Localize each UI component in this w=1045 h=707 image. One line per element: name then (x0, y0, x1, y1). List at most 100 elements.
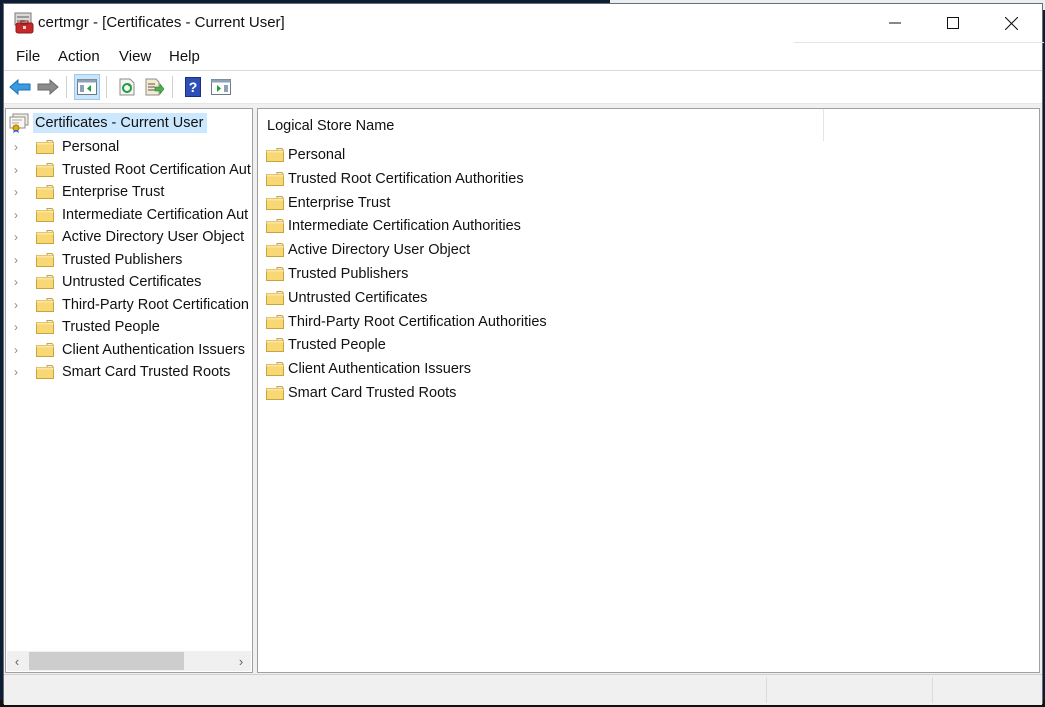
column-header-logical-store-name[interactable]: Logical Store Name (258, 109, 824, 141)
tree-item[interactable]: › Trusted People (6, 316, 160, 338)
folder-icon (36, 365, 54, 379)
folder-icon (36, 252, 54, 267)
tree-item[interactable]: › Trusted Root Certification Aut (6, 159, 251, 181)
folder-icon (36, 297, 54, 312)
folder-icon (36, 342, 54, 357)
folder-icon (36, 230, 54, 244)
tree-item[interactable]: › Client Authentication Issuers (6, 339, 245, 361)
toolbar-separator (106, 76, 107, 98)
list-item-label: Smart Card Trusted Roots (288, 385, 457, 401)
status-bar-cell (932, 677, 1041, 703)
expand-chevron-icon[interactable]: › (14, 253, 26, 267)
scrollbar-thumb[interactable] (29, 652, 184, 670)
svg-text:?: ? (189, 79, 198, 95)
list-item[interactable]: Enterprise Trust (266, 192, 390, 214)
list-item[interactable]: Trusted Publishers (266, 263, 408, 285)
status-bar-cell (766, 677, 932, 703)
minimize-icon (889, 22, 901, 24)
menu-view[interactable]: View (119, 48, 151, 65)
list-item-label: Untrusted Certificates (288, 289, 428, 306)
show-hide-console-tree-button[interactable] (74, 74, 100, 100)
list-item[interactable]: Untrusted Certificates (266, 287, 427, 309)
expand-chevron-icon[interactable]: › (14, 320, 26, 334)
toolbar-separator (66, 76, 67, 98)
tree-horizontal-scrollbar[interactable]: ‹ › (7, 651, 251, 671)
folder-icon (266, 171, 284, 186)
expand-chevron-icon[interactable]: › (14, 140, 26, 154)
list-item[interactable]: Smart Card Trusted Roots (266, 382, 456, 404)
tree-root-certificates-current-user[interactable]: Certificates - Current User (8, 113, 208, 133)
tree-item[interactable]: › Enterprise Trust (6, 181, 164, 203)
tree-item[interactable]: › Active Directory User Object (6, 226, 244, 248)
tree-item[interactable]: › Personal (6, 136, 119, 158)
refresh-button[interactable] (114, 74, 140, 100)
list-item-label: Client Authentication Issuers (288, 361, 471, 378)
scroll-left-button[interactable]: ‹ (7, 651, 27, 671)
expand-chevron-icon[interactable]: › (14, 343, 26, 357)
list-item[interactable]: Trusted People (266, 334, 386, 356)
console-tree-pane: Certificates - Current User › Personal › Tr… (5, 108, 253, 673)
scroll-right-button[interactable]: › (231, 651, 251, 671)
menu-action[interactable]: Action (58, 48, 100, 65)
show-hide-console-tree-icon (77, 79, 97, 95)
tree-item[interactable]: › Untrusted Certificates (6, 271, 201, 293)
tree-item[interactable]: › Third-Party Root Certification (6, 294, 249, 316)
tree-item-label: Trusted People (62, 319, 160, 335)
window-title: certmgr - [Certificates - Current User] (38, 14, 285, 31)
folder-icon (266, 362, 284, 377)
forward-button[interactable] (35, 74, 61, 100)
maximize-button[interactable] (924, 4, 982, 42)
expand-chevron-icon[interactable]: › (14, 208, 26, 222)
folder-icon (36, 185, 54, 199)
folder-icon (266, 243, 284, 258)
close-button[interactable] (982, 4, 1040, 42)
list-item[interactable]: Active Directory User Object (266, 239, 470, 261)
list-item-label: Intermediate Certification Authorities (288, 218, 521, 235)
folder-icon (36, 140, 54, 154)
toolbar-separator (172, 76, 173, 98)
expand-chevron-icon[interactable]: › (14, 275, 26, 289)
menu-help[interactable]: Help (169, 48, 200, 65)
folder-icon (266, 195, 284, 210)
export-list-button[interactable] (142, 74, 168, 100)
list-item-label: Active Directory User Object (288, 242, 471, 259)
list-item[interactable]: Third-Party Root Certification Authoriti… (266, 311, 547, 333)
content-area: Certificates - Current User › Personal › Tr… (4, 104, 1042, 674)
list-item[interactable]: Intermediate Certification Authorities (266, 215, 521, 237)
expand-chevron-icon[interactable]: › (14, 230, 26, 244)
expand-chevron-icon[interactable]: › (14, 298, 26, 312)
list-item-label: Enterprise Trust (288, 194, 391, 211)
tree-item[interactable]: › Trusted Publishers (6, 249, 182, 271)
tree-item[interactable]: › Smart Card Trusted Roots (6, 361, 230, 383)
help-button[interactable]: ? (180, 74, 206, 100)
folder-icon (266, 386, 284, 400)
expand-chevron-icon[interactable]: › (14, 365, 26, 379)
tree-item[interactable]: › Intermediate Certification Aut (6, 204, 248, 226)
menu-file[interactable]: File (16, 48, 40, 65)
folder-icon (36, 320, 54, 334)
folder-icon (36, 275, 54, 289)
expand-chevron-icon[interactable]: › (14, 185, 26, 199)
maximize-icon (947, 17, 959, 29)
show-hide-action-pane-button[interactable] (208, 74, 234, 100)
list-item[interactable]: Client Authentication Issuers (266, 358, 471, 380)
back-arrow-icon (9, 79, 31, 95)
tree-item-label: Trusted Root Certification Aut (62, 161, 251, 178)
toolbar: ? (4, 71, 1042, 104)
back-button[interactable] (7, 74, 33, 100)
folder-icon (266, 267, 284, 281)
title-bar: certmgr - [Certificates - Current User] (4, 4, 1042, 42)
list-item[interactable]: Trusted Root Certification Authorities (266, 168, 524, 190)
tree-item-label: Enterprise Trust (62, 184, 165, 200)
menu-bar: File Action View Help (4, 42, 1044, 71)
certmgr-window: certmgr - [Certificates - Current User] … (3, 3, 1044, 705)
forward-arrow-icon (37, 79, 59, 95)
minimize-button[interactable] (866, 4, 924, 42)
folder-icon (266, 314, 284, 329)
list-item[interactable]: Personal (266, 144, 345, 166)
tree-item-label: Untrusted Certificates (62, 274, 202, 290)
help-icon: ? (185, 77, 201, 97)
expand-chevron-icon[interactable]: › (14, 163, 26, 177)
certmgr-app-icon (14, 12, 34, 34)
folder-icon (266, 338, 284, 353)
